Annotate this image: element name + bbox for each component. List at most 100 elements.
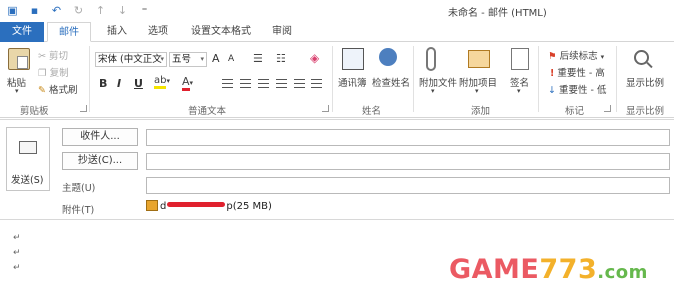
paste-dropdown-icon[interactable]: ▾ [15,87,19,95]
copy-button[interactable]: ❐ 复制 [38,65,69,79]
numbering-button[interactable]: ☷ [276,52,286,65]
clipboard-icon [8,48,30,70]
font-size-value: 五号 [172,54,192,65]
to-field[interactable] [146,129,670,146]
high-importance-button[interactable]: ! 重要性 - 高 [550,65,605,79]
subject-field[interactable] [146,177,670,194]
group-label-names: 姓名 [362,106,382,117]
paperclip-icon [426,47,436,71]
follow-up-button[interactable]: ⚑ 后续标志 ▾ [548,48,604,62]
group-label-basic-text: 普通文本 [188,106,227,117]
increase-indent-icon[interactable] [311,79,322,88]
tags-launcher-icon[interactable] [604,105,611,112]
cc-field[interactable] [146,153,670,170]
tab-message[interactable]: 邮件 [47,22,91,42]
signature-icon [511,48,529,70]
site-watermark: GAME773.com [449,254,648,285]
body-divider [0,219,674,220]
send-label: 发送(S) [11,175,44,186]
envelope-icon [468,50,490,68]
align-right-icon[interactable] [258,79,269,88]
up-arrow-icon[interactable]: ↑ [94,4,107,17]
bold-button[interactable]: B [99,77,107,90]
attachment-item[interactable]: d p(25 MB) [146,200,272,214]
font-name-combo[interactable]: 宋体 (中文正文 ▾ [95,52,167,67]
exclamation-icon: ! [550,68,555,79]
group-separator [332,46,333,112]
zoom-label: 显示比例 [626,78,665,89]
chevron-down-icon: ▾ [189,79,194,87]
attach-item-dropdown-icon[interactable]: ▾ [475,87,479,95]
copy-icon: ❐ [38,68,47,79]
low-importance-button[interactable]: ↓ 重要性 - 低 [548,82,606,96]
high-importance-label: 重要性 - 高 [557,68,605,79]
font-color-icon: A [182,75,190,91]
tab-review[interactable]: 审阅 [262,22,302,42]
attach-file-dropdown-icon[interactable]: ▾ [431,87,435,95]
shrink-font-button[interactable]: A [228,54,234,64]
qat-dropdown-icon[interactable]: ⁼ [138,4,151,17]
align-center-icon[interactable] [240,79,251,88]
send-button[interactable]: 发送(S) [6,127,50,191]
send-envelope-icon [19,141,37,154]
tab-insert[interactable]: 插入 [97,22,137,42]
group-separator [413,46,414,112]
clear-formatting-icon[interactable]: ◈ [310,51,319,65]
align-left-icon[interactable] [222,79,233,88]
tab-format-text[interactable]: 设置文本格式 [180,22,262,42]
cc-button[interactable]: 抄送(C)... [62,152,138,170]
decrease-indent-icon[interactable] [294,79,305,88]
paragraph-mark: ↵ [13,233,21,243]
underline-button[interactable]: U [134,77,143,90]
down-arrow-icon: ↓ [548,85,556,96]
format-painter-label: 格式刷 [49,85,78,96]
basic-text-launcher-icon[interactable] [322,105,329,112]
attach-file-label: 附加文件 [419,78,458,89]
grow-font-button[interactable]: A [212,52,220,65]
ribbon: 粘贴 ▾ ✂ 剪切 ❐ 复制 ✎ 格式刷 剪贴板 宋体 (中文正文 ▾ 五号 ▾ A… [0,42,674,118]
highlight-button[interactable]: ab▾ [154,75,170,89]
signature-dropdown-icon[interactable]: ▾ [517,87,521,95]
title-bar: ▣ ▪ ↶ ↻ ↑ ↓ ⁼ 未命名 - 邮件 (HTML) [0,0,674,22]
justify-icon[interactable] [276,79,287,88]
attachment-label: 附件(T) [62,205,95,216]
clipboard-launcher-icon[interactable] [80,105,87,112]
watermark-part-domain: .com [597,262,648,283]
archive-file-icon [146,200,158,211]
save-icon[interactable]: ▪ [28,4,41,17]
cut-button[interactable]: ✂ 剪切 [38,48,68,62]
font-color-button[interactable]: A▾ [182,75,194,91]
format-painter-button[interactable]: ✎ 格式刷 [38,82,78,96]
font-name-value: 宋体 (中文正文 [98,54,162,65]
group-label-include: 添加 [471,106,491,117]
undo-icon[interactable]: ↶ [50,4,63,17]
chevron-down-icon: ▾ [600,53,605,61]
address-book-label: 通讯簿 [338,78,367,89]
check-names-label: 检查姓名 [372,78,411,89]
italic-button[interactable]: I [117,77,121,90]
font-size-combo[interactable]: 五号 ▾ [169,52,207,67]
bullets-button[interactable]: ☰ [253,52,263,65]
header-divider [0,119,674,120]
attachment-size: (25 MB) [232,201,272,212]
paragraph-mark: ↵ [13,263,21,273]
to-button[interactable]: 收件人... [62,128,138,146]
redo-icon[interactable]: ↻ [72,4,85,17]
follow-up-label: 后续标志 [559,51,598,62]
window-title: 未命名 - 邮件 (HTML) [448,8,547,19]
chevron-down-icon: ▾ [200,55,204,63]
ribbon-tabs: 文件 邮件 插入 选项 设置文本格式 审阅 [0,22,674,42]
group-separator [89,46,90,112]
tab-file[interactable]: 文件 [0,22,44,42]
watermark-part-game: GAME [449,254,540,285]
scissors-icon: ✂ [38,51,46,62]
down-arrow-icon[interactable]: ↓ [116,4,129,17]
flag-icon: ⚑ [548,51,557,62]
tab-options[interactable]: 选项 [138,22,178,42]
quick-access-toolbar: ▣ ▪ ↶ ↻ ↑ ↓ ⁼ [6,4,151,17]
copy-label: 复制 [49,68,69,79]
watermark-part-number: 773 [539,254,598,285]
chevron-down-icon: ▾ [160,55,164,63]
low-importance-label: 重要性 - 低 [559,85,607,96]
cut-label: 剪切 [49,51,69,62]
